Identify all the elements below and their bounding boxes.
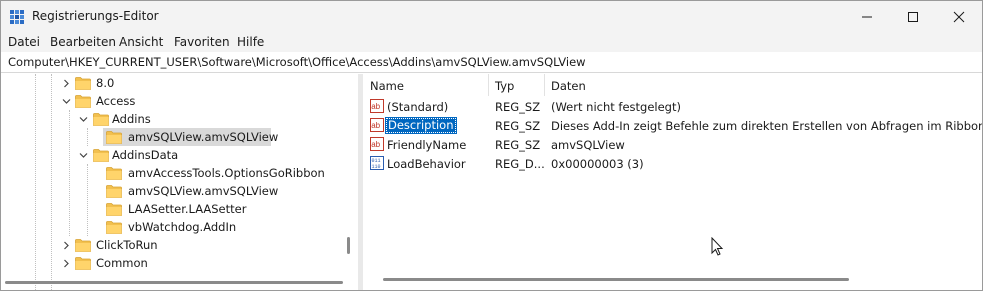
value-row[interactable]: ab (Standard) REG_SZ (Wert nicht festgelegt… bbox=[363, 98, 982, 116]
folder-open-icon bbox=[75, 95, 91, 108]
folder-icon bbox=[106, 203, 122, 216]
svg-text:ab: ab bbox=[371, 140, 380, 149]
chevron-right-icon[interactable] bbox=[62, 241, 71, 250]
tree-node[interactable]: AddinsData bbox=[1, 146, 358, 164]
column-header-name[interactable]: Name bbox=[363, 74, 488, 96]
menu-hilfe[interactable]: Hilfe bbox=[237, 35, 264, 49]
address-bar[interactable]: Computer\HKEY_CURRENT_USER\Software\Micr… bbox=[1, 52, 982, 73]
chevron-down-icon[interactable] bbox=[79, 151, 88, 160]
column-header-type-label: Typ bbox=[495, 79, 515, 93]
tree-node[interactable]: LAASetter.LAASetter bbox=[1, 200, 358, 218]
tree-node-label: LAASetter.LAASetter bbox=[128, 202, 247, 216]
value-type: REG_SZ bbox=[495, 138, 541, 152]
menu-favoriten[interactable]: Favoriten bbox=[174, 35, 230, 49]
maximize-button[interactable] bbox=[890, 1, 936, 32]
tree-node[interactable]: 8.0 bbox=[1, 74, 358, 92]
value-row[interactable]: ab Description REG_SZ Dieses Add-In zeigt B… bbox=[363, 117, 982, 135]
svg-text:ab: ab bbox=[371, 102, 380, 111]
tree-node[interactable]: amvSQLView.amvSQLView bbox=[1, 182, 358, 200]
tree-horizontal-scrollbar[interactable] bbox=[5, 281, 343, 284]
window-title: Registrierungs-Editor bbox=[32, 9, 159, 23]
folder-icon bbox=[75, 77, 91, 90]
folder-icon bbox=[75, 239, 91, 252]
tree-node-label: amvAccessTools.OptionsGoRibbon bbox=[128, 166, 325, 180]
values-pane[interactable]: Name Typ Daten ab (Standard) REG_SZ (Wert n… bbox=[363, 74, 982, 290]
value-data: (Wert nicht festgelegt) bbox=[551, 100, 681, 114]
folder-icon bbox=[75, 257, 91, 270]
value-type: REG_SZ bbox=[495, 119, 541, 133]
svg-text:ab: ab bbox=[371, 121, 380, 130]
value-name: (Standard) bbox=[387, 100, 449, 114]
value-name: LoadBehavior bbox=[387, 157, 466, 171]
tree-node-label: Common bbox=[96, 256, 148, 270]
tree-node-label: Access bbox=[96, 94, 136, 108]
folder-icon bbox=[106, 221, 122, 234]
close-icon bbox=[953, 11, 965, 22]
folder-icon bbox=[106, 167, 122, 180]
menu-ansicht[interactable]: Ansicht bbox=[119, 35, 163, 49]
tree-node-label: amvSQLView.amvSQLView bbox=[128, 130, 279, 144]
column-header-data-label: Daten bbox=[551, 79, 586, 93]
key-tree-pane[interactable]: 8.0 Access Addins amvSQLView.amvSQLView Addi… bbox=[1, 74, 358, 290]
column-header-name-label: Name bbox=[370, 79, 404, 93]
tree-node[interactable]: Access bbox=[1, 92, 358, 110]
folder-icon bbox=[106, 185, 122, 198]
minimize-button[interactable] bbox=[844, 1, 890, 32]
mouse-cursor-icon bbox=[711, 237, 724, 256]
value-data: amvSQLView bbox=[551, 138, 625, 152]
column-header-type[interactable]: Typ bbox=[488, 74, 544, 96]
string-value-icon: ab bbox=[370, 99, 384, 113]
tree-vertical-scrollbar[interactable] bbox=[347, 237, 350, 254]
column-header-data[interactable]: Daten bbox=[544, 74, 982, 96]
tree-node-label: vbWatchdog.AddIn bbox=[128, 220, 237, 234]
value-data: Dieses Add-In zeigt Befehle zum direkten… bbox=[551, 119, 982, 133]
value-row[interactable]: 011 110 LoadBehavior REG_D... 0x00000003 (3) bbox=[363, 155, 982, 173]
tree-node[interactable]: ClickToRun bbox=[1, 236, 358, 254]
chevron-right-icon[interactable] bbox=[62, 79, 71, 88]
title-bar[interactable]: Registrierungs-Editor bbox=[1, 1, 982, 32]
tree-node-label: Addins bbox=[112, 112, 151, 126]
svg-text:110: 110 bbox=[372, 164, 381, 170]
menu-bar: Datei Bearbeiten Ansicht Favoriten Hilfe bbox=[1, 32, 982, 52]
tree-node[interactable]: vbWatchdog.AddIn bbox=[1, 218, 358, 236]
string-value-icon: ab bbox=[370, 118, 384, 132]
registry-app-icon bbox=[10, 10, 24, 24]
value-type: REG_SZ bbox=[495, 100, 541, 114]
value-name: Description bbox=[385, 117, 457, 134]
minimize-icon bbox=[862, 16, 872, 17]
folder-open-icon bbox=[93, 149, 109, 162]
dword-value-icon: 011110 bbox=[370, 156, 384, 170]
maximize-icon bbox=[908, 11, 918, 22]
menu-datei[interactable]: Datei bbox=[8, 35, 40, 49]
folder-icon bbox=[106, 131, 122, 144]
tree-node-label: ClickToRun bbox=[96, 238, 158, 252]
chevron-down-icon[interactable] bbox=[79, 115, 88, 124]
tree-node[interactable]: Addins bbox=[1, 110, 358, 128]
value-type: REG_D... bbox=[495, 157, 545, 171]
string-value-icon: ab bbox=[370, 137, 384, 151]
registry-editor-window: Registrierungs-Editor Datei Bearbeiten A… bbox=[0, 0, 983, 291]
chevron-down-icon[interactable] bbox=[62, 97, 71, 106]
value-data: 0x00000003 (3) bbox=[551, 157, 644, 171]
address-path[interactable]: Computer\HKEY_CURRENT_USER\Software\Micr… bbox=[8, 55, 586, 69]
menu-bearbeiten[interactable]: Bearbeiten bbox=[50, 35, 116, 49]
tree-node-label: AddinsData bbox=[112, 148, 179, 162]
value-row[interactable]: ab FriendlyName REG_SZ amvSQLView bbox=[363, 136, 982, 154]
tree-node[interactable]: Common bbox=[1, 254, 358, 272]
tree-node[interactable]: amvAccessTools.OptionsGoRibbon bbox=[1, 164, 358, 182]
tree-node-label: 8.0 bbox=[96, 76, 115, 90]
tree-node[interactable]: amvSQLView.amvSQLView bbox=[1, 128, 358, 146]
tree-node-label: amvSQLView.amvSQLView bbox=[128, 184, 279, 198]
folder-open-icon bbox=[93, 113, 109, 126]
values-horizontal-scrollbar[interactable] bbox=[383, 278, 849, 281]
close-button[interactable] bbox=[936, 1, 982, 32]
chevron-right-icon[interactable] bbox=[62, 259, 71, 268]
value-name: FriendlyName bbox=[387, 138, 467, 152]
